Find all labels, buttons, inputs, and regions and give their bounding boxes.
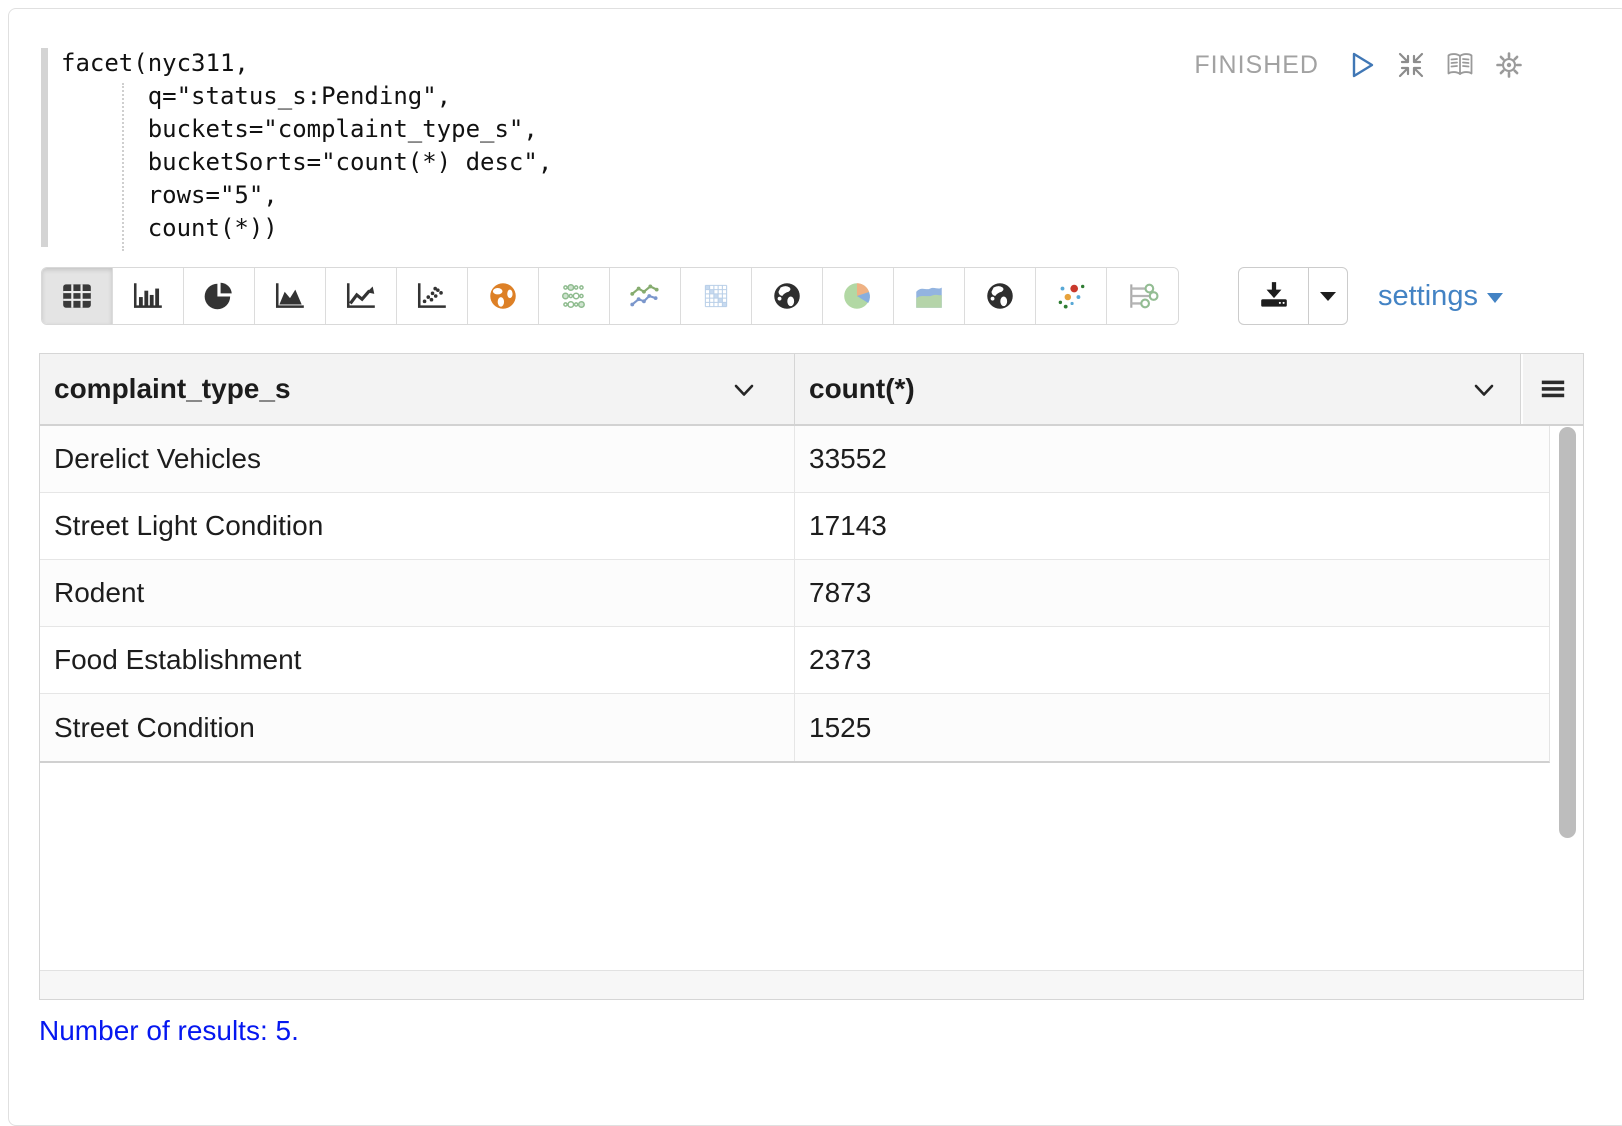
grid-body: Derelict Vehicles33552Street Light Condi…	[40, 426, 1583, 970]
play-icon[interactable]	[1346, 49, 1378, 81]
table-row: Derelict Vehicles33552	[40, 426, 1549, 493]
result-count-text: Number of results: 5.	[39, 1015, 299, 1047]
grid-rows: Derelict Vehicles33552Street Light Condi…	[40, 426, 1550, 763]
chart-btn-table[interactable]	[42, 268, 113, 324]
vertical-scrollbar-thumb[interactable]	[1559, 427, 1576, 838]
chart-btn-globe-2[interactable]	[965, 268, 1036, 324]
column-header-complaint-type[interactable]: complaint_type_s	[40, 354, 795, 424]
chart-btn-horizontal-sliders[interactable]	[1107, 268, 1178, 324]
paragraph-panel: facet(nyc311, q="status_s:Pending", buck…	[8, 8, 1622, 1126]
cell-count: 1525	[795, 694, 1549, 761]
grid-footer-scrollbar-track[interactable]	[40, 970, 1583, 999]
table-row: Rodent7873	[40, 560, 1549, 627]
collapse-icon[interactable]	[1395, 49, 1427, 81]
cell-count: 7873	[795, 560, 1549, 626]
cell-count: 33552	[795, 426, 1549, 492]
settings-label: settings	[1378, 280, 1478, 313]
settings-caret-icon	[1487, 293, 1503, 303]
code-editor[interactable]: facet(nyc311, q="status_s:Pending", buck…	[61, 47, 552, 245]
cell-complaint-type: Derelict Vehicles	[40, 426, 795, 492]
download-split-button	[1238, 267, 1348, 325]
book-icon[interactable]	[1444, 49, 1476, 81]
chart-btn-dot-grid[interactable]	[539, 268, 610, 324]
cell-complaint-type: Street Light Condition	[40, 493, 795, 559]
status-badge: FINISHED	[1194, 51, 1319, 80]
chart-btn-area-chart[interactable]	[255, 268, 326, 324]
chart-btn-matrix-heatmap[interactable]	[681, 268, 752, 324]
chart-btn-pie-chart-colored[interactable]	[823, 268, 894, 324]
chart-btn-bubble-scatter[interactable]	[1036, 268, 1107, 324]
column-header-label: count(*)	[809, 373, 915, 405]
results-grid: complaint_type_s count(*) Derelict Vehic…	[39, 353, 1584, 1000]
settings-link[interactable]: settings	[1378, 267, 1503, 325]
chart-type-toolbar	[41, 267, 1179, 325]
chart-btn-line-chart[interactable]	[326, 268, 397, 324]
download-icon	[1258, 282, 1290, 310]
table-row: Street Light Condition17143	[40, 493, 1549, 560]
gear-icon[interactable]	[1493, 49, 1525, 81]
download-button[interactable]	[1239, 268, 1309, 324]
table-row: Food Establishment2373	[40, 627, 1549, 694]
chart-btn-pie-chart[interactable]	[184, 268, 255, 324]
column-header-count[interactable]: count(*)	[795, 354, 1521, 424]
chart-btn-globe[interactable]	[752, 268, 823, 324]
chart-btn-scatter-chart[interactable]	[397, 268, 468, 324]
cell-complaint-type: Street Condition	[40, 694, 795, 761]
grid-header: complaint_type_s count(*)	[40, 354, 1583, 426]
chart-btn-multi-line-chart[interactable]	[610, 268, 681, 324]
download-options-caret[interactable]	[1309, 268, 1347, 324]
cell-complaint-type: Rodent	[40, 560, 795, 626]
paragraph-controls: FINISHED	[1194, 49, 1525, 81]
cell-count: 17143	[795, 493, 1549, 559]
chart-btn-area-chart-colored[interactable]	[894, 268, 965, 324]
cell-complaint-type: Food Establishment	[40, 627, 795, 693]
grid-menu-button[interactable]	[1523, 354, 1583, 424]
editor-gutter	[41, 48, 48, 247]
chevron-down-icon[interactable]	[1474, 384, 1494, 397]
column-header-label: complaint_type_s	[54, 373, 291, 405]
chart-btn-bar-chart[interactable]	[113, 268, 184, 324]
hamburger-menu-icon	[1539, 376, 1567, 402]
chart-btn-map-orange[interactable]	[468, 268, 539, 324]
chevron-down-icon[interactable]	[734, 384, 754, 397]
table-row: Street Condition1525	[40, 694, 1549, 761]
cell-count: 2373	[795, 627, 1549, 693]
